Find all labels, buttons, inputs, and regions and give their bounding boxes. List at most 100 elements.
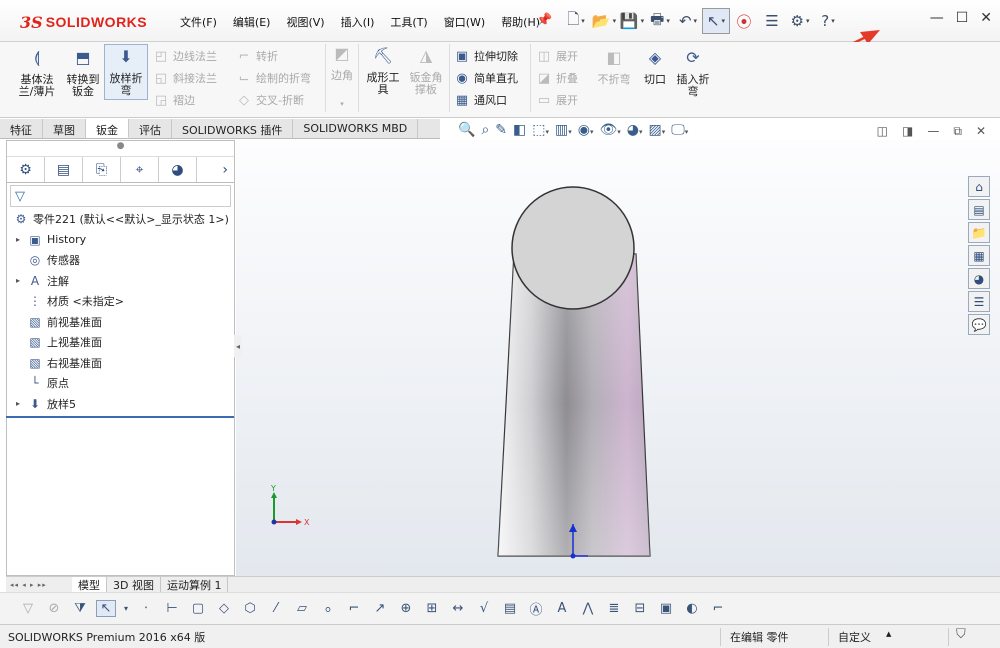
file-explorer-icon[interactable]: 📁 — [968, 222, 990, 243]
rollback-bar[interactable] — [6, 416, 234, 418]
tree-item-sensors[interactable]: ◎ 传感器 — [11, 250, 234, 271]
filter-faces-icon[interactable]: ▢ — [188, 601, 208, 616]
save-icon[interactable]: 💾 ▾ — [618, 8, 646, 34]
print-icon[interactable]: 🖶 ▾ — [646, 8, 674, 34]
lofted-bend-button[interactable]: ⬇ 放样折弯 — [104, 44, 148, 100]
options-gear-icon[interactable]: ⚙ ▾ — [786, 8, 814, 34]
tree-item-material[interactable]: ⋮ 材质 <未指定> — [11, 291, 234, 312]
viewport-restore-icon[interactable]: ⧉ — [953, 124, 962, 139]
design-library-icon[interactable]: ▤ — [968, 199, 990, 220]
tree-item-front-plane[interactable]: ▧ 前视基准面 — [11, 312, 234, 333]
convert-to-sheet-metal-button[interactable]: ⬒ 转换到钣金 — [62, 50, 104, 98]
cross-break-button[interactable]: ◇ 交叉-折断 — [236, 90, 304, 110]
miter-flange-button[interactable]: ◱ 斜接法兰 — [153, 68, 217, 88]
vent-button[interactable]: ▦ 通风口 — [454, 90, 507, 110]
propertymanager-icon[interactable]: ▤ — [45, 157, 83, 182]
featuremanager-tree-icon[interactable]: ⚙ — [7, 157, 45, 182]
view-orientation-icon[interactable]: ▥▾ — [555, 122, 572, 138]
filter-geometric-tolerance-icon[interactable]: ▤ — [500, 601, 520, 616]
flatten-button[interactable]: ▭ 展开 — [536, 90, 578, 110]
filter-sketch-points-icon[interactable]: ⸰ — [318, 600, 338, 618]
tree-item-history[interactable]: ▸ ▣ History — [11, 230, 234, 251]
solidworks-logo[interactable]: 3S SOLIDWORKS — [20, 10, 147, 34]
panel-grip[interactable]: ● — [7, 141, 234, 157]
maximize-icon[interactable]: ☐ — [956, 10, 969, 26]
filter-planes-icon[interactable]: ▱ — [292, 601, 312, 616]
filter-surface-finish-icon[interactable]: √ — [474, 601, 494, 616]
previous-view-icon[interactable]: ✎ — [495, 122, 507, 138]
configurationmanager-icon[interactable]: ⎘ — [83, 157, 121, 182]
jog-button[interactable]: ⌐ 转折 — [236, 46, 278, 66]
tab-3d-views[interactable]: 3D 视图 — [107, 576, 161, 593]
quick-tips-icon[interactable]: ⛉ — [956, 627, 966, 642]
filter-solid-bodies-icon[interactable]: ⬡ — [240, 601, 260, 616]
home-icon[interactable]: ⌂ — [968, 176, 990, 197]
tree-item-right-plane[interactable]: ▧ 右视基准面 — [11, 353, 234, 374]
view-palette-icon[interactable]: ▦ — [968, 245, 990, 266]
custom-properties-icon[interactable]: ☰ — [968, 291, 990, 312]
graphics-area[interactable]: Y X — [236, 140, 1000, 576]
section-view-icon[interactable]: ◧ — [513, 122, 526, 138]
new-document-icon[interactable]: 🗋 ▾ — [562, 8, 590, 34]
pin-menu-icon[interactable]: 📌 — [536, 13, 552, 28]
tab-solidworks-addins[interactable]: SOLIDWORKS 插件 — [172, 119, 294, 138]
apply-scene-icon[interactable]: ▨▾ — [649, 122, 666, 138]
tab-evaluate[interactable]: 评估 — [129, 119, 172, 138]
filter-cosmetic-threads-icon[interactable]: ⊟ — [630, 601, 650, 616]
display-style-icon[interactable]: ◉▾ — [578, 122, 594, 138]
menu-file[interactable]: 文件(F) — [172, 14, 225, 30]
forum-icon[interactable]: 💬 — [968, 314, 990, 335]
appearances-icon[interactable]: ◕ — [968, 268, 990, 289]
filter-routing-points-icon[interactable]: ⌐ — [708, 601, 728, 616]
rip-button[interactable]: ◈ 切口 — [638, 50, 672, 86]
base-flange-button[interactable]: ⟬ 基体法兰/薄片 — [14, 50, 60, 98]
dynamic-annotation-icon[interactable]: ⬚▾ — [532, 122, 549, 138]
lofted-part-model[interactable] — [236, 140, 1000, 576]
expand-arrow-icon[interactable]: ▸ — [11, 399, 25, 408]
filter-center-line-icon[interactable]: ⊞ — [422, 601, 442, 616]
view-settings-icon[interactable]: 🖵▾ — [671, 122, 688, 138]
chevron-down-icon[interactable]: ▲ — [886, 630, 891, 638]
select-pointer-icon[interactable]: ↖ — [96, 600, 116, 617]
simple-hole-button[interactable]: ◉ 简单直孔 — [454, 68, 518, 88]
part-root-node[interactable]: ⚙ 零件221 (默认<<默认>_显示状态 1>) — [11, 209, 234, 230]
menu-edit[interactable]: 编辑(E) — [225, 14, 279, 30]
insert-bends-button[interactable]: ⟳ 插入折弯 — [672, 50, 714, 98]
menu-tools[interactable]: 工具(T) — [382, 14, 435, 30]
tree-item-top-plane[interactable]: ▧ 上视基准面 — [11, 332, 234, 353]
filter-notes-icon[interactable]: Ⓐ — [526, 599, 546, 618]
edge-flange-button[interactable]: ◰ 边线法兰 — [153, 46, 217, 66]
close-icon[interactable]: ✕ — [980, 10, 992, 26]
viewport-close-icon[interactable]: ✕ — [976, 124, 986, 139]
filter-datum-targets-icon[interactable]: ≣ — [604, 601, 624, 616]
edit-appearance-icon[interactable]: ◕▾ — [627, 122, 643, 138]
viewport-minimize-icon[interactable]: — — [927, 124, 939, 139]
select-cursor-icon[interactable]: ↖ ▾ — [702, 8, 730, 34]
tab-navigation-arrows[interactable]: ◂◂ ◂ ▸ ▸▸ — [10, 581, 72, 589]
forming-tool-button[interactable]: ⛏ 成形工具 — [362, 48, 404, 96]
dimxpertmanager-icon[interactable]: ⌖ — [121, 157, 159, 182]
zoom-to-area-icon[interactable]: ⌕ — [481, 122, 489, 138]
unit-system-selector[interactable]: 自定义 — [838, 629, 871, 645]
pointer-dropdown-icon[interactable]: ▾ — [122, 604, 130, 613]
expand-arrow-icon[interactable]: ▸ — [11, 276, 25, 285]
filter-blocks-icon[interactable]: ▣ — [656, 601, 676, 616]
filter-connection-points-icon[interactable]: ◐ — [682, 601, 702, 616]
filter-axes-icon[interactable]: ⁄ — [266, 601, 286, 616]
panel-collapse-handle[interactable]: ◂ — [234, 335, 242, 357]
tab-model[interactable]: 模型 — [72, 576, 107, 593]
tree-item-annotations[interactable]: ▸ A 注解 — [11, 271, 234, 292]
chevron-right-icon[interactable]: › — [197, 157, 234, 182]
no-bends-button[interactable]: ◧ 不折弯 — [594, 50, 634, 86]
tab-sketch[interactable]: 草图 — [43, 119, 86, 138]
sheet-metal-gusset-button[interactable]: ◮ 钣金角撑板 — [405, 48, 447, 96]
minimize-icon[interactable]: — — [930, 10, 944, 26]
undo-icon[interactable]: ↶ ▾ — [674, 8, 702, 34]
extruded-cut-button[interactable]: ▣ 拉伸切除 — [454, 46, 518, 66]
tree-item-origin[interactable]: └ 原点 — [11, 373, 234, 394]
file-properties-icon[interactable]: ☰ — [758, 8, 786, 34]
sketched-bend-button[interactable]: ⌙ 绘制的折弯 — [236, 68, 311, 88]
tile-right-icon[interactable]: ◨ — [902, 124, 913, 139]
fold-button[interactable]: ◪ 折叠 — [536, 68, 578, 88]
filter-dimensions-icon[interactable]: ↔ — [448, 601, 468, 616]
